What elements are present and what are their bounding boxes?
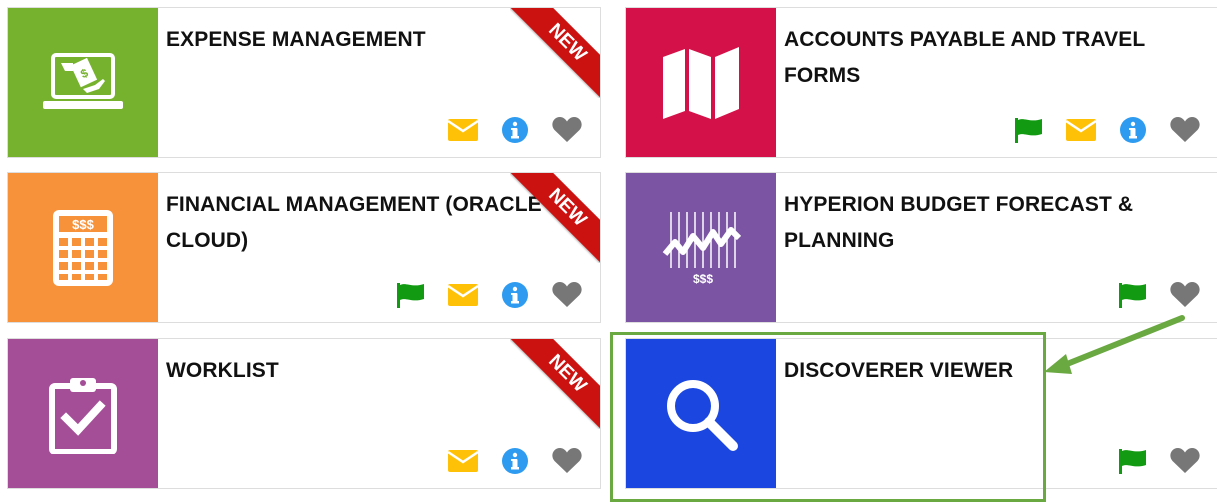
flag-icon[interactable] xyxy=(1014,117,1044,143)
tile-icon-panel xyxy=(8,339,158,488)
mail-icon[interactable] xyxy=(448,282,478,308)
tile-accounts-payable[interactable]: ACCOUNTS PAYABLE AND TRAVEL FORMS xyxy=(625,7,1217,158)
tile-title: DISCOVERER VIEWER xyxy=(784,359,1014,382)
tile-worklist[interactable]: WORKLIST NEW xyxy=(7,338,601,489)
heart-icon[interactable] xyxy=(1170,448,1200,474)
clipboard-check-icon xyxy=(49,377,117,454)
heart-icon[interactable] xyxy=(552,448,582,474)
info-icon[interactable] xyxy=(500,117,530,143)
tile-title: ACCOUNTS PAYABLE AND TRAVEL FORMS xyxy=(784,28,1145,87)
mail-icon[interactable] xyxy=(448,117,478,143)
svg-text:$$$: $$$ xyxy=(72,217,94,232)
heart-icon[interactable] xyxy=(552,282,582,308)
flag-icon[interactable] xyxy=(1118,448,1148,474)
mail-icon[interactable] xyxy=(448,448,478,474)
laptop-money-icon: $ xyxy=(43,52,123,109)
tile-icon-panel: $$$ xyxy=(8,173,158,322)
tile-actions xyxy=(448,448,582,474)
calculator-icon: $$$ xyxy=(53,209,113,286)
info-icon[interactable] xyxy=(1118,117,1148,143)
heart-icon[interactable] xyxy=(552,117,582,143)
flag-icon[interactable] xyxy=(396,282,426,308)
tile-icon-panel xyxy=(626,8,776,157)
info-icon[interactable] xyxy=(500,448,530,474)
tile-icon-panel xyxy=(626,339,776,488)
tile-hyperion-budget[interactable]: $$$ HYPERION BUDGET FORECAST & PLANNING xyxy=(625,172,1217,323)
tile-discoverer-viewer[interactable]: DISCOVERER VIEWER xyxy=(625,338,1217,489)
tile-actions xyxy=(396,282,582,308)
info-icon[interactable] xyxy=(500,282,530,308)
magnifier-icon xyxy=(667,379,738,451)
tile-actions xyxy=(448,117,582,143)
tile-expense-management[interactable]: $ EXPENSE MANAGEMENT NEW xyxy=(7,7,601,158)
heart-icon[interactable] xyxy=(1170,282,1200,308)
tile-icon-panel: $ xyxy=(8,8,158,157)
tile-actions xyxy=(1118,448,1200,474)
new-ribbon: NEW xyxy=(510,173,600,263)
new-ribbon: NEW xyxy=(510,8,600,98)
svg-text:$$$: $$$ xyxy=(693,272,713,286)
mail-icon[interactable] xyxy=(1066,117,1096,143)
tile-actions xyxy=(1014,117,1200,143)
map-icon xyxy=(663,46,739,119)
tile-icon-panel: $$$ xyxy=(626,173,776,322)
tile-title: HYPERION BUDGET FORECAST & PLANNING xyxy=(784,193,1134,252)
heart-icon[interactable] xyxy=(1170,117,1200,143)
tile-actions xyxy=(1118,282,1200,308)
stock-chart-icon: $$$ xyxy=(662,211,741,286)
tile-financial-management[interactable]: $$$ FINANCIAL MANAGEMENT (ORACLE CLOUD) … xyxy=(7,172,601,323)
flag-icon[interactable] xyxy=(1118,282,1148,308)
new-ribbon: NEW xyxy=(510,339,600,429)
